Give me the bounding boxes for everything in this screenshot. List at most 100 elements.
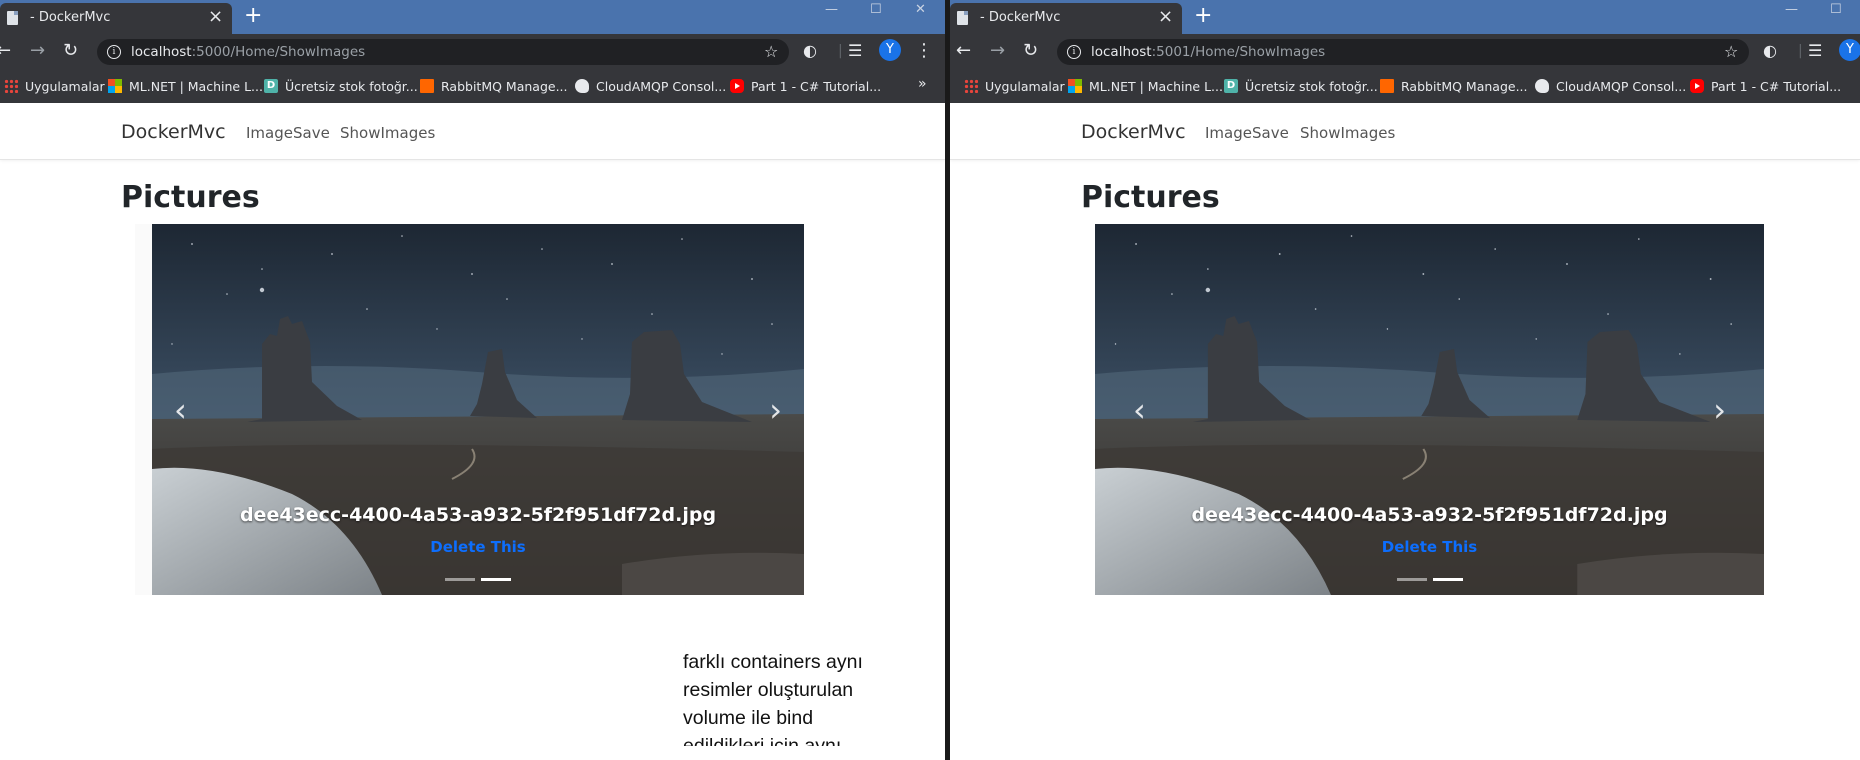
tab-title: - DockerMvc (980, 10, 1061, 25)
carousel-prev-icon[interactable]: ‹ (1133, 394, 1146, 426)
page-title: Pictures (121, 180, 260, 215)
carousel-next-icon[interactable]: › (1713, 394, 1726, 426)
url-text: localhost:5000/Home/ShowImages (131, 44, 366, 60)
carousel-prev-icon[interactable]: ‹ (174, 394, 187, 426)
bookmark-star-icon[interactable]: ☆ (1724, 42, 1738, 61)
bookmark-apps[interactable]: Uygulamalar (964, 76, 1065, 96)
bookmark-stock-photos[interactable]: D Ücretsiz stok fotoğr... (264, 76, 418, 96)
nav-showimages[interactable]: ShowImages (340, 124, 435, 142)
browser-tab[interactable]: - DockerMvc × (0, 3, 232, 34)
bookmark-rabbitmq[interactable]: RabbitMQ Manage... (1380, 76, 1527, 96)
right-browser-window: - DockerMvc × + — ☐ ← → ↻ i localhost:50… (950, 0, 1860, 760)
reload-icon[interactable]: ↻ (63, 40, 78, 62)
close-icon[interactable]: × (1158, 6, 1173, 28)
page-title: Pictures (1081, 180, 1220, 215)
bookmark-mlnet[interactable]: ML.NET | Machine L... (1068, 76, 1223, 96)
delete-link[interactable]: Delete This (1095, 538, 1764, 556)
media-queue-icon[interactable]: ☰ (1808, 40, 1822, 62)
title-bar: - DockerMvc × + — ☐ ✕ (0, 0, 945, 34)
apps-grid-icon (964, 79, 978, 93)
carousel-indicators (1095, 566, 1764, 585)
bookmark-rabbitmq[interactable]: RabbitMQ Manage... (420, 76, 567, 96)
rabbitmq-icon (1380, 79, 1394, 93)
d-icon: D (1224, 79, 1238, 93)
bookmark-apps[interactable]: Uygulamalar (4, 76, 105, 96)
minimize-icon[interactable]: — (1785, 2, 1798, 17)
address-bar[interactable]: i localhost:5000/Home/ShowImages ☆ (97, 39, 789, 65)
note-line: resimler oluşturulan (683, 679, 854, 701)
bookmarks-bar: Uygulamalar ML.NET | Machine L... D Ücret… (950, 69, 1860, 103)
note-line: volume ile bind (683, 707, 814, 729)
menu-icon[interactable]: ⋮ (915, 40, 933, 62)
cloudamqp-icon (575, 79, 589, 93)
site-navbar: DockerMvc ImageSave ShowImages (950, 103, 1860, 160)
browser-tab[interactable]: - DockerMvc × (950, 3, 1182, 34)
browser-toolbar: ← → ↻ i localhost:5001/Home/ShowImages ☆… (950, 34, 1860, 69)
separator: | (838, 43, 843, 59)
reload-icon[interactable]: ↻ (1023, 40, 1038, 62)
rabbitmq-icon (420, 79, 434, 93)
extension-icon[interactable]: ◐ (1763, 40, 1777, 62)
left-browser-window: - DockerMvc × + — ☐ ✕ ← → ↻ i localhost:… (0, 0, 945, 760)
page-content: DockerMvc ImageSave ShowImages Pictures (950, 103, 1860, 760)
new-tab-icon[interactable]: + (244, 2, 262, 30)
bookmarks-bar: Uygulamalar ML.NET | Machine L... D Ücret… (0, 69, 945, 103)
bookmark-stock-photos[interactable]: D Ücretsiz stok fotoğr... (1224, 76, 1378, 96)
extension-icon[interactable]: ◐ (803, 40, 817, 62)
more-bookmarks-icon[interactable]: » (918, 76, 927, 92)
info-icon[interactable]: i (1067, 45, 1081, 59)
bookmark-cloudamqp[interactable]: CloudAMQP Consol... (1535, 76, 1686, 96)
nav-imagesave[interactable]: ImageSave (1205, 124, 1289, 142)
browser-toolbar: ← → ↻ i localhost:5000/Home/ShowImages ☆… (0, 34, 945, 69)
forward-icon[interactable]: → (30, 40, 45, 62)
image-filename: dee43ecc-4400-4a53-a932-5f2f951df72d.jpg (239, 504, 717, 526)
microsoft-icon (1068, 79, 1082, 93)
media-queue-icon[interactable]: ☰ (848, 40, 862, 62)
nav-showimages[interactable]: ShowImages (1300, 124, 1395, 142)
carousel-indicators (152, 566, 804, 585)
bookmark-csharp-tutorial[interactable]: Part 1 - C# Tutorial... (1690, 76, 1841, 96)
maximize-icon[interactable]: ☐ (870, 2, 882, 17)
page-content: DockerMvc ImageSave ShowImages Pictures (0, 103, 945, 760)
carousel-next-icon[interactable]: › (769, 394, 782, 426)
back-icon[interactable]: ← (0, 40, 11, 62)
address-bar[interactable]: i localhost:5001/Home/ShowImages ☆ (1057, 39, 1749, 65)
carousel-indicator[interactable] (445, 578, 475, 581)
bookmark-star-icon[interactable]: ☆ (764, 42, 778, 61)
info-icon[interactable]: i (107, 45, 121, 59)
note-line: edildikleri için aynı (683, 735, 842, 746)
brand-link[interactable]: DockerMvc (121, 121, 226, 143)
new-tab-icon[interactable]: + (1194, 2, 1212, 30)
minimize-icon[interactable]: — (825, 2, 838, 17)
back-icon[interactable]: ← (956, 40, 971, 62)
tab-title: - DockerMvc (30, 10, 111, 25)
url-text: localhost:5001/Home/ShowImages (1091, 44, 1326, 60)
page-icon (7, 11, 18, 25)
avatar[interactable]: Y (879, 39, 901, 61)
window-close-icon[interactable]: ✕ (915, 2, 926, 17)
cloudamqp-icon (1535, 79, 1549, 93)
close-icon[interactable]: × (208, 6, 223, 28)
microsoft-icon (108, 79, 122, 93)
note-line: farklı containers aynı (683, 651, 863, 673)
delete-link[interactable]: Delete This (152, 538, 804, 556)
nav-imagesave[interactable]: ImageSave (246, 124, 330, 142)
bookmark-cloudamqp[interactable]: CloudAMQP Consol... (575, 76, 726, 96)
annotation-note: farklı containers aynı resimler oluşturu… (683, 648, 883, 746)
bookmark-mlnet[interactable]: ML.NET | Machine L... (108, 76, 263, 96)
bookmark-csharp-tutorial[interactable]: Part 1 - C# Tutorial... (730, 76, 881, 96)
carousel-indicator[interactable] (1396, 578, 1427, 581)
youtube-icon (730, 79, 744, 93)
page-icon (957, 11, 968, 25)
avatar[interactable]: Y (1839, 39, 1860, 61)
image-carousel: ‹ › dee43ecc-4400-4a53-a932-5f2f951df72d… (1095, 224, 1764, 595)
apps-grid-icon (4, 79, 18, 93)
brand-link[interactable]: DockerMvc (1081, 121, 1186, 143)
youtube-icon (1690, 79, 1704, 93)
maximize-icon[interactable]: ☐ (1830, 2, 1842, 17)
carousel-indicator-active[interactable] (481, 578, 511, 581)
title-bar: - DockerMvc × + — ☐ (950, 0, 1860, 34)
separator: | (1798, 43, 1803, 59)
carousel-indicator-active[interactable] (1432, 578, 1463, 581)
forward-icon[interactable]: → (990, 40, 1005, 62)
